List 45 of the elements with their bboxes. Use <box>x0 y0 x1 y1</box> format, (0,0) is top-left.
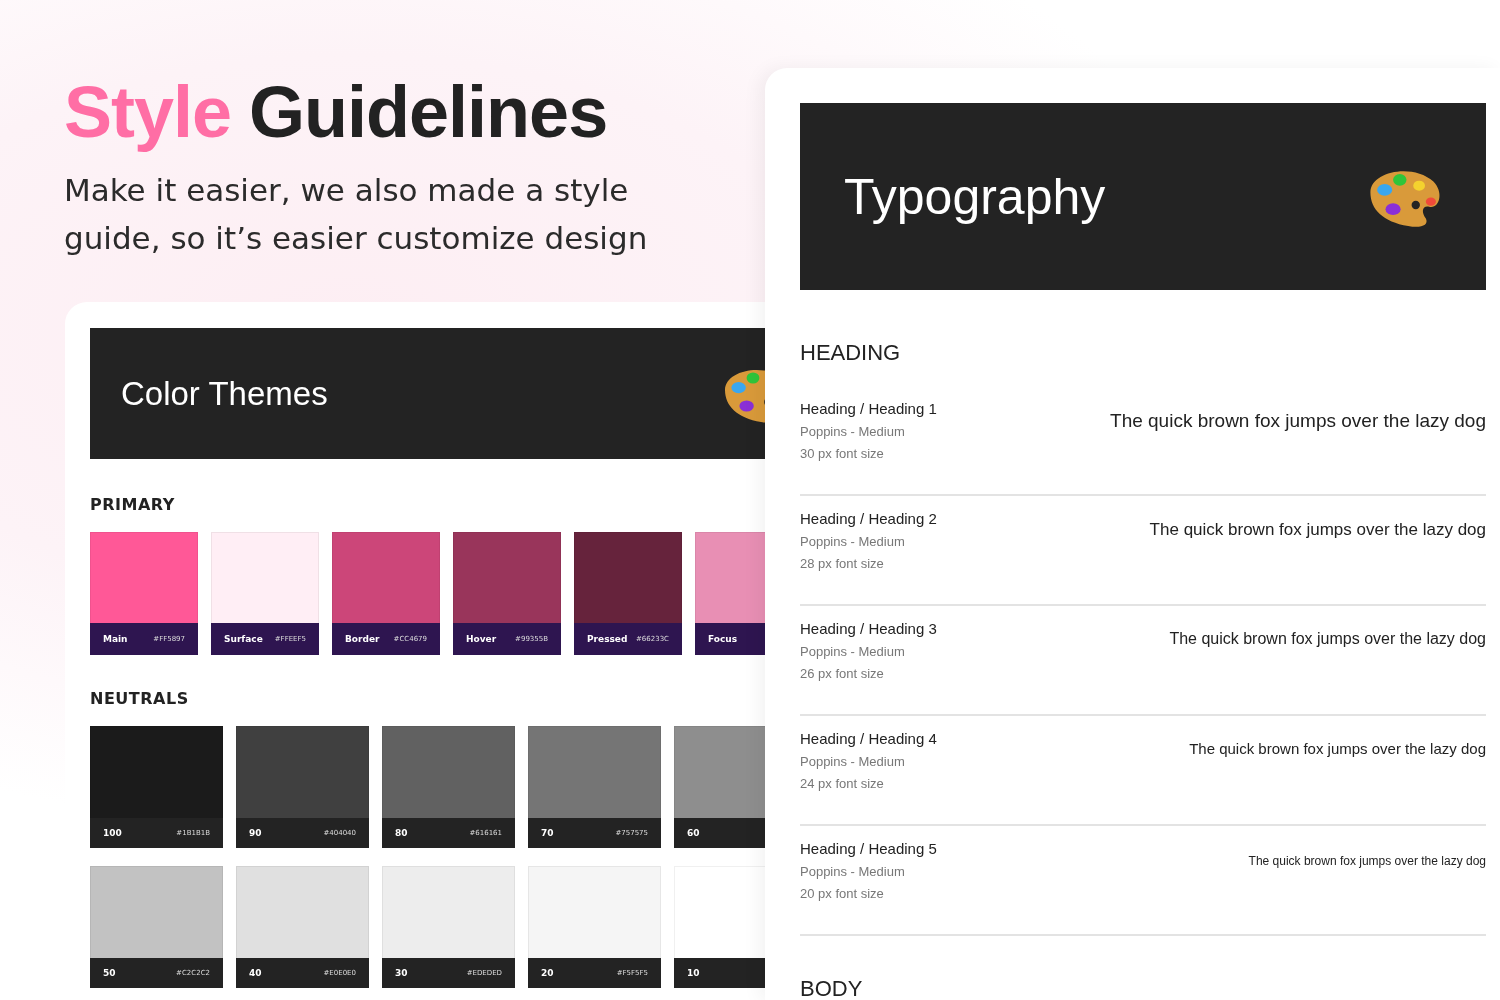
title-accent: Style <box>64 72 232 152</box>
section-label: PRIMARY <box>90 495 176 514</box>
swatch-name: Surface <box>224 634 263 644</box>
swatch-name: 20 <box>541 968 554 978</box>
swatch-name: Hover <box>466 634 497 644</box>
swatch-name: 30 <box>395 968 408 978</box>
sample-text: The quick brown fox jumps over the lazy dog <box>1149 520 1486 540</box>
font-size: 24 px font size <box>800 776 885 791</box>
font-size: 26 px font size <box>800 666 885 681</box>
style-name: Heading / Heading 1 <box>800 400 937 417</box>
sample-text: The quick brown fox jumps over the lazy dog <box>1110 410 1486 432</box>
section-heading: BODY <box>800 976 864 1000</box>
subtitle: Make it easier, we also made a style guide, so it’s easier customize design <box>64 171 649 258</box>
font-family: Poppins - Medium <box>800 424 906 439</box>
style-name: Heading / Heading 4 <box>800 730 937 747</box>
font-family: Poppins - Medium <box>800 754 906 769</box>
swatch-name: 70 <box>541 828 554 838</box>
swatch-name: 80 <box>395 828 408 838</box>
style-name: Heading / Heading 5 <box>800 840 937 857</box>
swatch-name: Border <box>345 634 380 644</box>
section-label: NEUTRALS <box>90 689 190 708</box>
swatch-name: 90 <box>249 828 262 838</box>
swatch-name: 50 <box>103 968 116 978</box>
style-name: Heading / Heading 2 <box>800 510 937 527</box>
swatch-name: Main <box>103 634 128 644</box>
page-title: Guidelines <box>249 72 608 152</box>
section-heading: HEADING <box>800 340 902 366</box>
card-title: Typography <box>844 167 1106 226</box>
sample-text: The quick brown fox jumps over the lazy dog <box>1189 740 1486 757</box>
font-family: Poppins - Medium <box>800 534 906 549</box>
swatch-name: 40 <box>249 968 262 978</box>
sample-text: The quick brown fox jumps over the lazy dog <box>1169 630 1486 648</box>
font-size: 28 px font size <box>800 556 885 571</box>
swatch-name: 100 <box>103 828 122 838</box>
font-family: Poppins - Medium <box>800 864 906 879</box>
style-name: Heading / Heading 3 <box>800 620 937 637</box>
font-size: 30 px font size <box>800 446 885 461</box>
swatch-name: 60 <box>687 828 700 838</box>
swatch-name: 10 <box>687 968 700 978</box>
font-size: 20 px font size <box>800 886 885 901</box>
card-title: Color Themes <box>121 374 328 413</box>
swatch-name: Focus <box>708 634 738 644</box>
sample-text: The quick brown fox jumps over the lazy dog <box>1248 854 1486 868</box>
swatch-name: Pressed <box>587 634 628 644</box>
font-family: Poppins - Medium <box>800 644 906 659</box>
